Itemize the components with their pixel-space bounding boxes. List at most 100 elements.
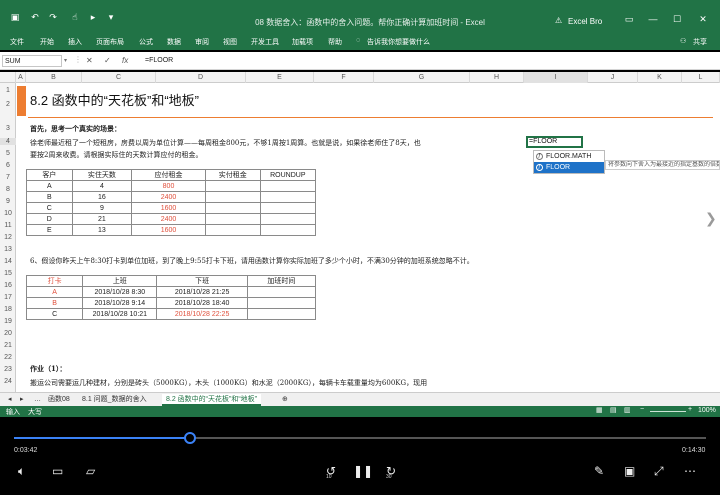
cell[interactable] [246,308,317,320]
row-header[interactable]: 24 [0,378,16,385]
cell[interactable]: 2018/10/28 8:30 [82,286,158,298]
chevron-right-icon[interactable]: ❯ [705,210,717,227]
cast-icon[interactable]: ▱ [86,464,95,478]
cell[interactable]: 2400 [131,213,206,225]
row-header[interactable]: 4 [0,138,16,145]
column-header[interactable]: H [470,72,524,83]
row-header[interactable]: 10 [0,210,16,217]
cell[interactable]: B [25,297,84,309]
cell[interactable]: 1600 [131,224,206,236]
row-header[interactable]: 6 [0,162,16,169]
cell[interactable]: 4 [71,180,133,192]
add-sheet-icon[interactable]: ⊕ [278,394,292,406]
more-tabs-icon[interactable]: … [30,394,45,406]
column-header[interactable]: F [314,72,374,83]
skip-forward-button[interactable]: ↻ 30 [382,464,400,480]
zoom-out-icon[interactable]: − [640,406,644,413]
cell[interactable]: 2018/10/28 9:14 [82,297,158,309]
row-header[interactable]: 2 [0,101,16,108]
row-header[interactable]: 17 [0,294,16,301]
user-name[interactable]: Excel Bro [568,17,602,26]
close-icon[interactable]: ✕ [696,14,710,24]
cell[interactable]: 2018/10/28 18:40 [156,297,248,309]
save-icon[interactable]: ▣ [8,11,22,23]
pause-icon[interactable]: ❚❚ [353,464,373,478]
share-button[interactable]: 共享 [693,37,707,47]
more-options-icon[interactable]: ⋯ [684,464,696,478]
name-box[interactable]: SUM [2,55,62,67]
redo-icon[interactable]: ↷ [46,11,60,23]
tab-scroll-left-icon[interactable]: ◂ [4,394,16,406]
cell[interactable] [204,180,261,192]
minimize-icon[interactable]: — [646,14,660,24]
cell[interactable] [259,202,317,214]
cell[interactable]: A [26,180,73,192]
page-layout-view-icon[interactable]: ▤ [610,406,617,414]
edit-icon[interactable]: ✎ [594,464,604,478]
autocomplete-item-selected[interactable]: ƒ FLOOR [534,162,604,173]
column-header[interactable]: A [16,72,26,83]
normal-view-icon[interactable]: ▦ [596,406,603,414]
touch-icon[interactable]: ☝ [68,11,82,23]
formula-input[interactable]: =FLOOR [145,55,715,67]
tab-insert[interactable]: 插入 [68,37,82,47]
tell-me-box[interactable]: 告诉我你想要做什么 [367,37,430,47]
column-header[interactable]: K [638,72,682,83]
row-header[interactable]: 13 [0,246,16,253]
row-header[interactable]: 8 [0,186,16,193]
row-header[interactable]: 3 [0,125,16,132]
seek-bar[interactable] [14,432,706,444]
table-header[interactable]: 下班 [156,275,248,287]
tab-file[interactable]: 文件 [10,37,24,47]
cell[interactable]: 800 [131,180,206,192]
autocomplete-item[interactable]: ƒ FLOOR.MATH [534,151,604,162]
maximize-icon[interactable]: ☐ [670,14,684,24]
cell[interactable] [259,213,317,225]
cell[interactable]: 2018/10/28 22:25 [156,308,248,320]
sheet-tab[interactable]: 函数08 [44,394,74,406]
cell[interactable] [204,213,261,225]
tab-scroll-right-icon[interactable]: ▸ [16,394,28,406]
tab-home[interactable]: 开始 [40,37,54,47]
cell[interactable] [259,224,317,236]
table-header[interactable]: 实付租金 [204,169,261,181]
row-header[interactable]: 11 [0,222,16,229]
column-header[interactable]: G [374,72,470,83]
cell[interactable]: 2018/10/28 21:25 [156,286,248,298]
cell[interactable]: A [25,286,84,298]
table-header[interactable]: 应付租金 [131,169,206,181]
row-header[interactable]: 20 [0,330,16,337]
column-header[interactable]: D [156,72,246,83]
row-header[interactable]: 16 [0,282,16,289]
tab-developer[interactable]: 开发工具 [251,37,279,47]
name-box-dropdown-icon[interactable]: ▾ [64,57,67,64]
skip-back-button[interactable]: ↺ 10 [322,464,340,480]
row-header[interactable]: 21 [0,342,16,349]
sheet-tab[interactable]: 8.1 问题_数据的舍入 [78,394,151,406]
enter-button[interactable]: ✓ [104,56,111,65]
cell[interactable]: 21 [71,213,133,225]
tab-formulas[interactable]: 公式 [139,37,153,47]
row-header[interactable]: 18 [0,306,16,313]
cell[interactable]: 13 [71,224,133,236]
page-break-view-icon[interactable]: ▥ [624,406,631,414]
cell[interactable]: 16 [71,191,133,203]
tab-view[interactable]: 视图 [223,37,237,47]
table-header[interactable]: 加班时间 [246,275,317,287]
column-header[interactable]: J [588,72,638,83]
row-header[interactable]: 15 [0,270,16,277]
subtitles-icon[interactable]: ▭ [52,464,63,478]
column-header[interactable]: L [682,72,720,83]
tab-help[interactable]: 帮助 [328,37,342,47]
cell[interactable]: 9 [71,202,133,214]
cell[interactable]: E [26,224,73,236]
column-header[interactable]: I [524,72,588,83]
ribbon-options-icon[interactable]: ▭ [622,14,636,24]
table-header[interactable]: 实住天数 [71,169,133,181]
cell[interactable] [204,191,261,203]
cell[interactable] [246,286,317,298]
cell[interactable]: B [26,191,73,203]
row-header[interactable]: 12 [0,234,16,241]
row-header[interactable]: 1 [0,87,16,94]
customize-icon[interactable]: ▾ [104,11,118,23]
